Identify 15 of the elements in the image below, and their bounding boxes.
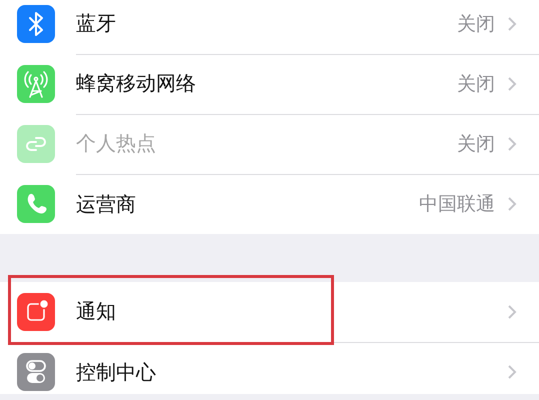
row-value: 中国联通	[419, 192, 495, 217]
chevron-icon	[507, 196, 517, 212]
row-value: 关闭	[457, 72, 495, 96]
chevron-icon	[507, 136, 517, 152]
row-label[interactable]: 通知	[76, 298, 495, 325]
row-label[interactable]: 控制中心	[76, 358, 495, 386]
chevron-icon	[507, 364, 517, 380]
row-label[interactable]: 运营商	[76, 190, 407, 218]
row-label[interactable]: 蓝牙	[76, 10, 445, 37]
row-value: 关闭	[457, 12, 495, 36]
row-value: 关闭	[457, 132, 495, 156]
chevron-icon	[507, 76, 517, 92]
chevron-icon	[507, 16, 517, 32]
chevron-icon	[507, 304, 517, 320]
row-label[interactable]: 蜂窝移动网络	[76, 70, 445, 97]
